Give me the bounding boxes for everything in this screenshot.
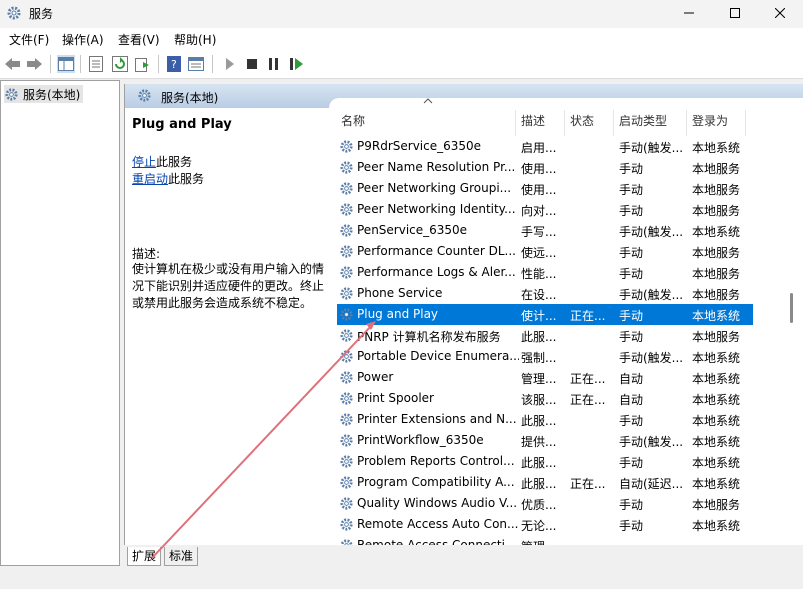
annotation-arrow xyxy=(151,321,376,559)
